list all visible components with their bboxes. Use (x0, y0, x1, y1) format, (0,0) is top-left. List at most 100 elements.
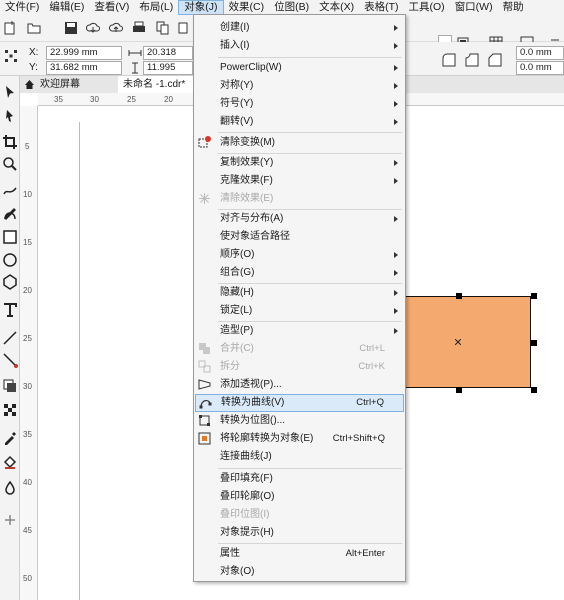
menu-item-clone-effect[interactable]: 克隆效果(F) (194, 172, 405, 190)
menu-item-label: 叠印位图(I) (220, 509, 270, 520)
polygon-tool-icon[interactable] (2, 274, 18, 290)
menu-edit[interactable]: 编辑(E) (44, 0, 89, 15)
menu-item-create[interactable]: 创建(I) (194, 19, 405, 37)
artistic-media-tool-icon[interactable] (2, 206, 18, 222)
combine-icon (199, 343, 210, 354)
vertical-ruler[interactable]: 5 10 15 20 25 30 35 40 45 50 (20, 106, 38, 600)
zoom-tool-icon[interactable] (2, 156, 18, 172)
cloud-upload-icon[interactable] (109, 21, 123, 35)
menu-item-group[interactable]: 组合(G) (194, 264, 405, 282)
text-tool-icon[interactable] (2, 302, 18, 318)
menu-item-label: 对称(Y) (220, 80, 254, 91)
menu-item-label: 对象提示(H) (220, 527, 274, 538)
ruler-tick: 40 (23, 478, 32, 487)
menu-item-copy-effect[interactable]: 复制效果(Y) (194, 154, 405, 172)
menu-item-object-hints[interactable]: 对象提示(H) (194, 524, 405, 542)
width-field[interactable]: 20.318 mm (143, 46, 193, 70)
menu-item-powerclip[interactable]: PowerClip(W) (194, 59, 405, 77)
menu-item-hide[interactable]: 隐藏(H) (194, 284, 405, 302)
menu-item-clear-effect[interactable]: 清除效果(E) (194, 190, 405, 208)
corner-radius-bottom-field[interactable]: 0.0 mm (516, 61, 564, 75)
x-position-field[interactable]: 22.999 mm (46, 46, 122, 60)
menu-item-fit-to-path[interactable]: 使对象适合路径 (194, 228, 405, 246)
menu-item-flip[interactable]: 翻转(V) (194, 113, 405, 131)
menu-layout[interactable]: 布局(L) (134, 0, 178, 15)
menu-bar: 文件(F) 编辑(E) 查看(V) 布局(L) 对象(J) 效果(C) 位图(B… (0, 0, 564, 15)
menu-file[interactable]: 文件(F) (0, 0, 44, 15)
freehand-tool-icon[interactable] (2, 182, 18, 198)
menu-item-overprint-fill[interactable]: 叠印填充(F) (194, 470, 405, 488)
shape-tool-icon[interactable] (2, 108, 18, 124)
eyedropper-tool-icon[interactable] (2, 430, 18, 446)
pick-tool-icon[interactable] (2, 84, 18, 100)
crop-tool-icon[interactable] (2, 134, 18, 150)
rectangle-tool-icon[interactable] (2, 229, 18, 245)
interactive-fill-tool-icon[interactable] (2, 454, 18, 470)
menu-item-break-apart[interactable]: 拆分 Ctrl+K (194, 358, 405, 376)
print-icon[interactable] (132, 21, 146, 35)
menu-item-align-distribute[interactable]: 对齐与分布(A) (194, 210, 405, 228)
ruler-tick: 20 (23, 286, 32, 295)
menu-item-lock[interactable]: 锁定(L) (194, 302, 405, 320)
menu-tools[interactable]: 工具(O) (404, 0, 450, 15)
selection-handle-top-middle[interactable] (456, 293, 462, 299)
paste-icon[interactable] (178, 21, 192, 35)
submenu-arrow-icon (394, 25, 398, 31)
scalloped-corner-icon[interactable] (464, 52, 480, 68)
menu-item-clear-transformations[interactable]: 清除变换(M) (194, 134, 405, 152)
menu-window[interactable]: 窗口(W) (450, 0, 498, 15)
menu-bitmaps[interactable]: 位图(B) (269, 0, 314, 15)
selection-handle-bottom-right[interactable] (531, 387, 537, 393)
menu-item-order[interactable]: 顺序(O) (194, 246, 405, 264)
submenu-arrow-icon (394, 65, 398, 71)
open-folder-icon[interactable] (27, 21, 41, 35)
menu-object[interactable]: 对象(J) (178, 0, 224, 15)
save-icon[interactable] (64, 21, 78, 35)
menu-item-objects[interactable]: 对象(O) (194, 563, 405, 581)
ellipse-tool-icon[interactable] (2, 252, 18, 268)
menu-item-outline-to-object[interactable]: 将轮廓转换为对象(E) Ctrl+Shift+Q (194, 430, 405, 448)
tab-welcome[interactable]: 欢迎屏幕 (20, 76, 118, 93)
selection-handle-middle-right[interactable] (531, 340, 537, 346)
transparency-tool-icon[interactable] (2, 402, 18, 418)
copy-icon[interactable] (156, 21, 170, 35)
smart-fill-tool-icon[interactable] (2, 480, 18, 496)
corner-radius-top-field[interactable]: 0.0 mm (516, 46, 564, 60)
menu-item-overprint-bitmap[interactable]: 叠印位图(I) (194, 506, 405, 524)
connector-tool-icon[interactable] (2, 352, 18, 368)
submenu-arrow-icon (394, 43, 398, 49)
new-document-icon[interactable] (3, 21, 17, 35)
menu-item-label: 拆分 (220, 361, 240, 372)
menu-item-symbol[interactable]: 符号(Y) (194, 95, 405, 113)
menu-item-join-curves[interactable]: 连接曲线(J) (194, 448, 405, 466)
height-field[interactable]: 11.995 mm (143, 61, 193, 85)
drop-shadow-tool-icon[interactable] (2, 378, 18, 394)
position-reference-icon[interactable] (3, 48, 19, 64)
menu-help[interactable]: 帮助 (498, 0, 529, 15)
y-position-field[interactable]: 31.682 mm (46, 61, 122, 75)
menu-item-add-perspective[interactable]: 添加透视(P)... (194, 376, 405, 394)
parallel-dimension-tool-icon[interactable] (2, 330, 18, 346)
menu-item-convert-to-curves[interactable]: 转换为曲线(V) Ctrl+Q (195, 394, 404, 412)
menu-table[interactable]: 表格(T) (359, 0, 403, 15)
selection-handle-bottom-middle[interactable] (456, 387, 462, 393)
cloud-download-icon[interactable] (86, 21, 100, 35)
menu-item-insert[interactable]: 插入(I) (194, 37, 405, 55)
menu-item-label: 顺序(O) (220, 249, 255, 260)
add-tool-icon[interactable] (2, 512, 18, 528)
selection-handle-top-right[interactable] (531, 293, 537, 299)
menu-effects[interactable]: 效果(C) (224, 0, 270, 15)
menu-separator (218, 468, 402, 469)
chamfered-corner-icon[interactable] (487, 52, 503, 68)
menu-item-combine[interactable]: 合并(C) Ctrl+L (194, 340, 405, 358)
menu-item-label: 克隆效果(F) (220, 175, 273, 186)
menu-item-properties[interactable]: 属性 Alt+Enter (194, 545, 405, 563)
menu-item-shaping[interactable]: 造型(P) (194, 322, 405, 340)
menu-item-overprint-outline[interactable]: 叠印轮廓(O) (194, 488, 405, 506)
menu-item-convert-to-bitmap[interactable]: 转换为位图()... (194, 412, 405, 430)
menu-item-symmetry[interactable]: 对称(Y) (194, 77, 405, 95)
menu-text[interactable]: 文本(X) (314, 0, 359, 15)
ruler-tick: 30 (23, 382, 32, 391)
round-corner-icon[interactable] (441, 52, 457, 68)
menu-view[interactable]: 查看(V) (89, 0, 134, 15)
